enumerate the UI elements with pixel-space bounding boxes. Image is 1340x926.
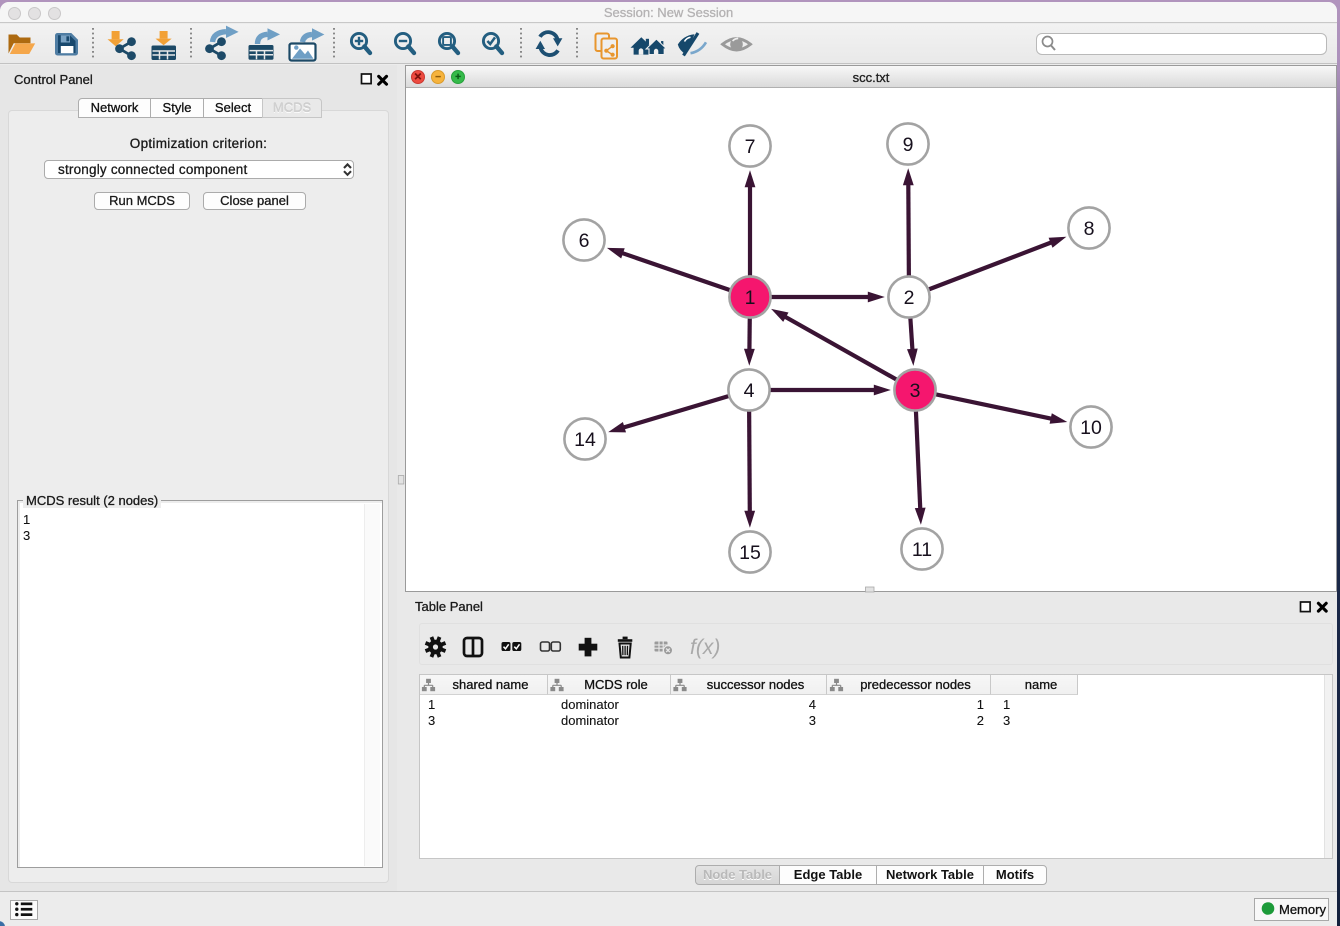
svg-text:10: 10 [1080, 417, 1102, 439]
svg-text:6: 6 [579, 230, 590, 252]
svg-text:14: 14 [574, 429, 596, 451]
svg-text:7: 7 [745, 136, 756, 158]
svg-text:8: 8 [1084, 218, 1095, 240]
svg-text:4: 4 [744, 380, 755, 402]
svg-text:15: 15 [739, 542, 761, 564]
svg-text:2: 2 [904, 287, 915, 309]
svg-text:11: 11 [912, 539, 932, 561]
svg-text:1: 1 [745, 287, 756, 309]
svg-text:9: 9 [903, 134, 914, 156]
svg-text:3: 3 [910, 380, 921, 402]
